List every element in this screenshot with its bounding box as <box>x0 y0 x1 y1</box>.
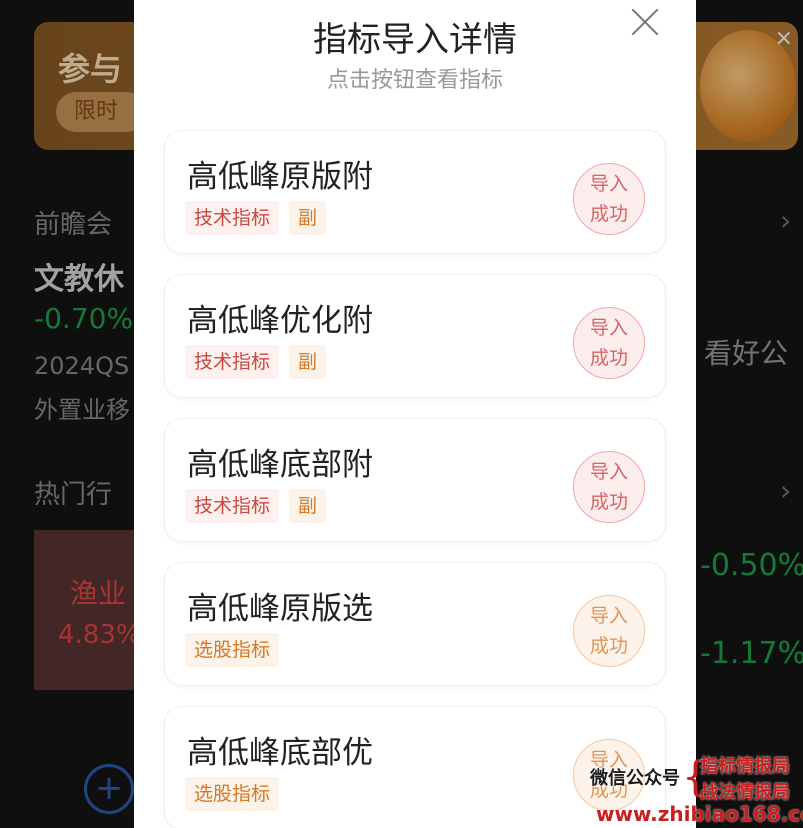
indicator-tags: 技术指标 副 <box>185 201 327 235</box>
stamp-line-2: 成功 <box>589 491 628 513</box>
stamp-line-1: 导入 <box>589 317 628 339</box>
watermark-label: 微信公众号 <box>590 768 680 789</box>
tag-sub: 副 <box>289 489 327 523</box>
stamp-line-2: 成功 <box>589 347 628 369</box>
import-success-stamp: 导入 成功 <box>573 451 645 523</box>
indicator-card[interactable]: 高低峰原版选 选股指标 导入 成功 <box>164 562 666 686</box>
stamp-line-1: 导入 <box>589 461 628 483</box>
modal-title: 指标导入详情 <box>313 20 517 60</box>
import-success-stamp: 导入 成功 <box>573 163 645 235</box>
tag-screening: 选股指标 <box>185 777 280 811</box>
indicator-card[interactable]: 高低峰优化附 技术指标 副 导入 成功 <box>164 274 666 398</box>
import-success-stamp: 导入 成功 <box>573 595 645 667</box>
indicator-name: 高低峰底部附 <box>187 447 373 483</box>
watermark-url: www.zhibiao168.com <box>596 802 803 826</box>
indicator-import-modal: 指标导入详情 点击按钮查看指标 高低峰原版附 技术指标 副 导入 成功 高低峰优… <box>134 0 696 828</box>
indicator-card[interactable]: 高低峰底部附 技术指标 副 导入 成功 <box>164 418 666 542</box>
close-icon[interactable] <box>628 4 664 40</box>
indicator-name: 高低峰优化附 <box>187 303 373 339</box>
indicator-name: 高低峰原版附 <box>187 159 373 195</box>
stamp-line-1: 导入 <box>589 605 628 627</box>
stamp-line-2: 成功 <box>589 635 628 657</box>
stamp-line-1: 导入 <box>589 173 628 195</box>
watermark-line-2: 战法情报局 <box>700 782 790 803</box>
indicator-card[interactable]: 高低峰原版附 技术指标 副 导入 成功 <box>164 130 666 254</box>
indicator-tags: 选股指标 <box>185 777 280 811</box>
import-success-stamp: 导入 成功 <box>573 307 645 379</box>
indicator-name: 高低峰原版选 <box>187 591 373 627</box>
stamp-line-2: 成功 <box>589 203 628 225</box>
tag-technical: 技术指标 <box>185 489 280 523</box>
tag-technical: 技术指标 <box>185 345 280 379</box>
tag-sub: 副 <box>289 201 327 235</box>
modal-subtitle: 点击按钮查看指标 <box>326 68 503 93</box>
tag-sub: 副 <box>289 345 327 379</box>
indicator-name: 高低峰底部优 <box>187 735 373 771</box>
indicator-tags: 选股指标 <box>185 633 280 667</box>
indicator-tags: 技术指标 副 <box>185 489 327 523</box>
tag-screening: 选股指标 <box>185 633 280 667</box>
tag-technical: 技术指标 <box>185 201 280 235</box>
indicator-tags: 技术指标 副 <box>185 345 327 379</box>
watermark-line-1: 指标情报局 <box>700 756 790 777</box>
